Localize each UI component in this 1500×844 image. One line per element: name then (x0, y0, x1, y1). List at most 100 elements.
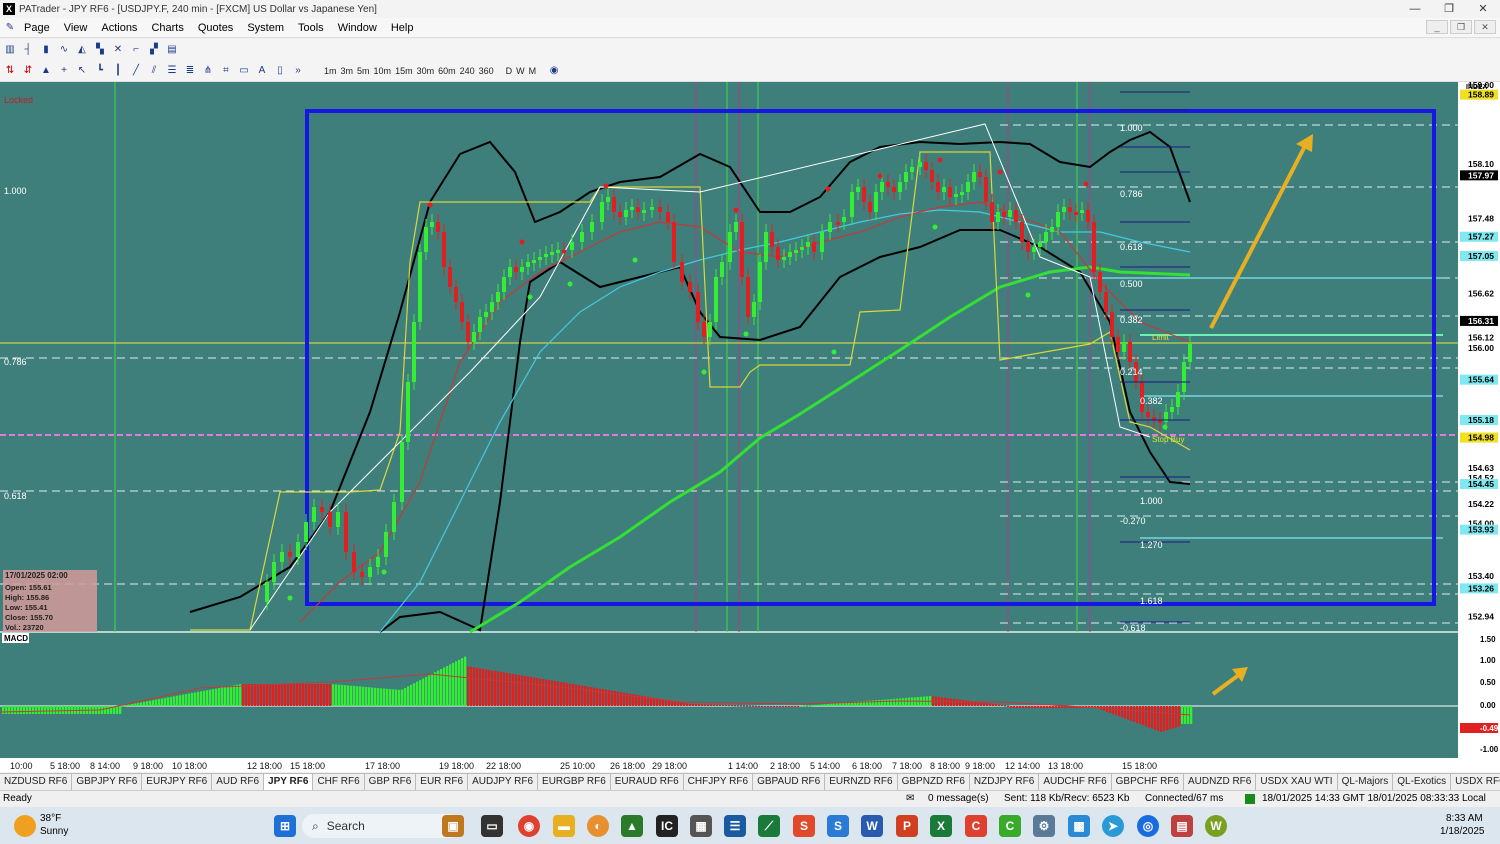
menu-actions[interactable]: Actions (101, 22, 145, 34)
menu-charts[interactable]: Charts (151, 22, 191, 34)
app-icon-c[interactable]: C (965, 815, 987, 837)
tf-5m[interactable]: 5m (357, 66, 370, 76)
tab-nzdusd-rf6[interactable]: NZDUSD RF6 (0, 774, 73, 790)
notes-icon[interactable]: ☰ (724, 815, 746, 837)
chrome-icon[interactable]: ◉ (518, 815, 540, 837)
tab-chf-rf6[interactable]: CHF RF6 (313, 774, 365, 790)
bar-chart-icon[interactable]: ▥ (2, 42, 18, 58)
tab-gbpchf-rf6[interactable]: GBPCHF RF6 (1112, 774, 1184, 790)
buy-sell-icon[interactable]: ⇅ (2, 63, 18, 79)
mdi-close-button[interactable]: ✕ (1474, 20, 1496, 34)
menu-system[interactable]: System (247, 22, 292, 34)
tab-gbp-rf6[interactable]: GBP RF6 (365, 774, 417, 790)
weather-icon[interactable] (14, 815, 36, 837)
status-messages[interactable]: 0 message(s) (928, 793, 989, 804)
hline-icon[interactable]: ┗ (92, 63, 108, 79)
app-icon-c2[interactable]: C (999, 815, 1021, 837)
tf-10m[interactable]: 10m (374, 66, 392, 76)
histogram-icon[interactable]: ▤ (164, 42, 180, 58)
channel-icon[interactable]: ⫽ (146, 63, 162, 79)
tab-eurjpy-rf6[interactable]: EURJPY RF6 (142, 774, 213, 790)
tf-15m[interactable]: 15m (395, 66, 413, 76)
app-icon-s2[interactable]: S (827, 815, 849, 837)
pf-icon[interactable]: ✕ (110, 42, 126, 58)
telegram-icon[interactable]: ➤ (1102, 815, 1124, 837)
tf-30m[interactable]: 30m (417, 66, 435, 76)
tab-euraud-rf6[interactable]: EURAUD RF6 (611, 774, 684, 790)
app-icon-s[interactable]: S (793, 815, 815, 837)
tf-60m[interactable]: 60m (438, 66, 456, 76)
word-icon[interactable]: W (861, 815, 883, 837)
page-icon[interactable]: ✎ (2, 20, 18, 36)
menu-page[interactable]: Page (24, 22, 58, 34)
zoom-icon[interactable]: ◎ (1137, 815, 1159, 837)
tab-usdx-rf6[interactable]: USDX RF6 (1451, 774, 1500, 790)
tab-audchf-rf6[interactable]: AUDCHF RF6 (1039, 774, 1112, 790)
indicator-icon[interactable]: ▲ (38, 63, 54, 79)
folder-icon[interactable]: ▬ (553, 815, 575, 837)
tab-chfjpy-rf6[interactable]: CHFJPY RF6 (684, 774, 754, 790)
search-box[interactable]: ⌕ Search (302, 814, 462, 838)
menu-help[interactable]: Help (391, 22, 422, 34)
tf-240[interactable]: 240 (460, 66, 475, 76)
pitchfork-icon[interactable]: ⋔ (200, 63, 216, 79)
mdi-minimize-button[interactable]: _ (1426, 20, 1448, 34)
fib-ext-icon[interactable]: ≣ (182, 63, 198, 79)
briefcase-icon[interactable]: ▣ (442, 815, 464, 837)
tab-eurgbp-rf6[interactable]: EURGBP RF6 (538, 774, 611, 790)
area-chart-icon[interactable]: ◭ (74, 42, 90, 58)
ohlc-icon[interactable]: ┤ (20, 42, 36, 58)
candle-icon[interactable]: ▮ (38, 42, 54, 58)
mdi-restore-button[interactable]: ❐ (1450, 20, 1472, 34)
chart-app-icon[interactable]: ⟋ (758, 815, 780, 837)
tab-jpy-rf6[interactable]: JPY RF6 (264, 774, 314, 790)
app-icon-3[interactable]: ▤ (1171, 815, 1193, 837)
tab-gbpjpy-rf6[interactable]: GBPJPY RF6 (72, 774, 143, 790)
kagi-icon[interactable]: ⌐ (128, 42, 144, 58)
line-chart-icon[interactable]: ∿ (56, 42, 72, 58)
tab-eur-rf6[interactable]: EUR RF6 (416, 774, 469, 790)
tab-gbpaud-rf6[interactable]: GBPAUD RF6 (753, 774, 826, 790)
price-chart[interactable]: Locked 1.000 0.786 0.618 1.000 0.786 0.618… (0, 80, 1500, 772)
more-tools-icon[interactable]: » (290, 63, 306, 79)
crosshair-icon[interactable]: + (56, 63, 72, 79)
menu-quotes[interactable]: Quotes (198, 22, 241, 34)
app-icon-2[interactable]: IC (656, 815, 678, 837)
tf-w[interactable]: W (516, 66, 525, 76)
clock-icon[interactable]: ◉ (546, 63, 562, 79)
photos-icon[interactable]: ▩ (1068, 815, 1090, 837)
calculator-icon[interactable]: ▦ (690, 815, 712, 837)
tab-eurnzd-rf6[interactable]: EURNZD RF6 (825, 774, 898, 790)
bars-icon[interactable]: ▯ (272, 63, 288, 79)
tab-usdx-xau-wti[interactable]: USDX XAU WTI (1256, 774, 1338, 790)
start-icon[interactable]: ⊞ (274, 815, 296, 837)
tab-audjpy-rf6[interactable]: AUDJPY RF6 (468, 774, 539, 790)
tab-ql-majors[interactable]: QL-Majors (1338, 774, 1394, 790)
tf-d[interactable]: D (506, 66, 513, 76)
app-icon-w[interactable]: W (1205, 815, 1227, 837)
menu-tools[interactable]: Tools (298, 22, 332, 34)
tf-m[interactable]: M (529, 66, 537, 76)
menu-window[interactable]: Window (338, 22, 385, 34)
close-button[interactable]: ✕ (1466, 0, 1500, 18)
linebreak-icon[interactable]: ▞ (146, 42, 162, 58)
maximize-button[interactable]: ❐ (1432, 0, 1466, 18)
tab-nzdjpy-rf6[interactable]: NZDJPY RF6 (970, 774, 1040, 790)
excel-icon[interactable]: X (930, 815, 952, 837)
renko-icon[interactable]: ▚ (92, 42, 108, 58)
gann-icon[interactable]: ⌗ (218, 63, 234, 79)
powerpoint-icon[interactable]: P (896, 815, 918, 837)
tab-gbpnzd-rf6[interactable]: GBPNZD RF6 (898, 774, 970, 790)
trendline-icon[interactable]: ╱ (128, 63, 144, 79)
text-icon[interactable]: A (254, 63, 270, 79)
rect-icon[interactable]: ▭ (236, 63, 252, 79)
tf-1m[interactable]: 1m (324, 66, 337, 76)
tab-aud-rf6[interactable]: AUD RF6 (212, 774, 265, 790)
tab-audnzd-rf6[interactable]: AUDNZD RF6 (1184, 774, 1257, 790)
chart-canvas[interactable]: Locked 1.000 0.786 0.618 1.000 0.786 0.618… (0, 80, 1500, 772)
minimize-button[interactable]: — (1398, 0, 1432, 18)
tf-360[interactable]: 360 (479, 66, 494, 76)
fib-icon[interactable]: ☰ (164, 63, 180, 79)
settings-icon[interactable]: ⚙ (1033, 815, 1055, 837)
pointer-icon[interactable]: ↖ (74, 63, 90, 79)
